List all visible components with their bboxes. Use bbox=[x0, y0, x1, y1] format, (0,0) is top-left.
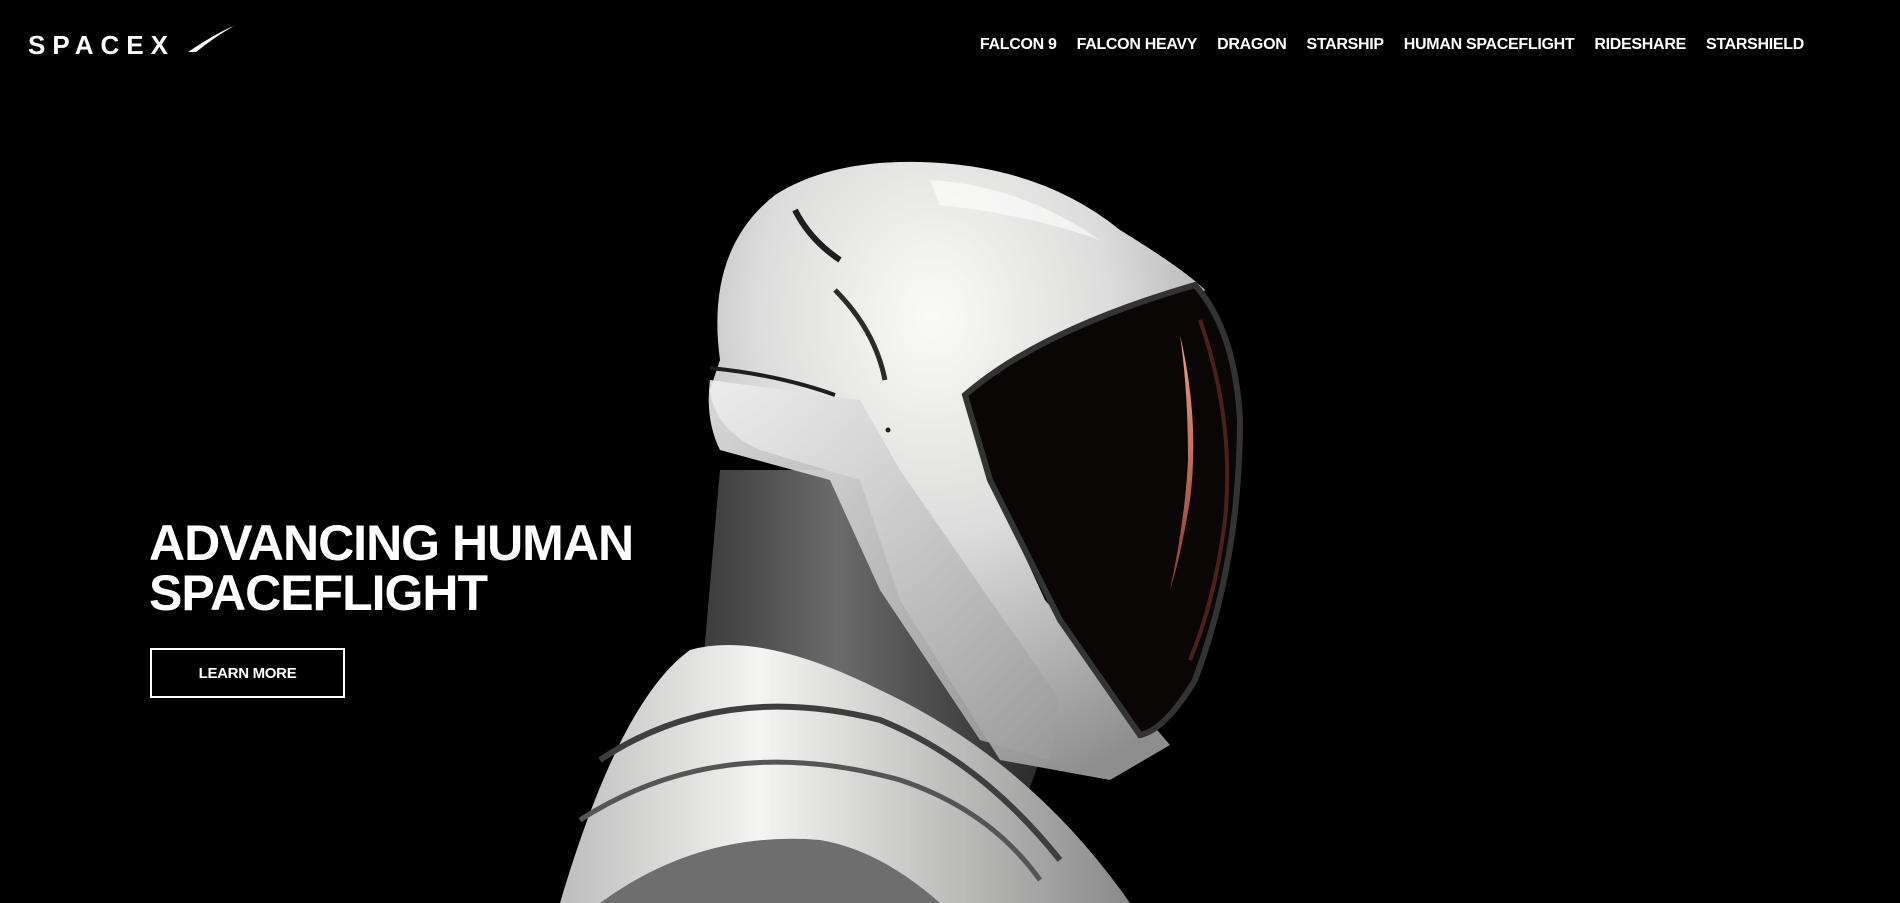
nav-item-human-spaceflight[interactable]: HUMAN SPACEFLIGHT bbox=[1404, 35, 1575, 55]
hero-title: ADVANCING HUMAN SPACEFLIGHT bbox=[149, 518, 669, 618]
main-nav: FALCON 9 FALCON HEAVY DRAGON STARSHIP HU… bbox=[960, 35, 1804, 55]
svg-text:SPACEX: SPACEX bbox=[28, 30, 175, 58]
hero-title-line-1: ADVANCING HUMAN bbox=[149, 515, 634, 571]
nav-item-falcon-heavy[interactable]: FALCON HEAVY bbox=[1077, 35, 1198, 55]
learn-more-button[interactable]: LEARN MORE bbox=[150, 648, 345, 698]
nav-item-falcon-9[interactable]: FALCON 9 bbox=[980, 35, 1057, 55]
astronaut-helmet-image bbox=[560, 161, 1244, 903]
site-header: SPACEX FALCON 9 FALCON HEAVY DRAGON STAR… bbox=[0, 0, 1900, 90]
spacex-logo[interactable]: SPACEX bbox=[28, 24, 234, 58]
nav-item-starship[interactable]: STARSHIP bbox=[1306, 35, 1384, 55]
nav-item-starshield[interactable]: STARSHIELD bbox=[1706, 35, 1804, 55]
spacex-logo-mark: SPACEX bbox=[28, 26, 234, 58]
page: SPACEX FALCON 9 FALCON HEAVY DRAGON STAR… bbox=[0, 0, 1900, 903]
nav-item-rideshare[interactable]: RIDESHARE bbox=[1594, 35, 1686, 55]
nav-item-dragon[interactable]: DRAGON bbox=[1217, 35, 1287, 55]
hero-title-line-2: SPACEFLIGHT bbox=[149, 565, 488, 621]
